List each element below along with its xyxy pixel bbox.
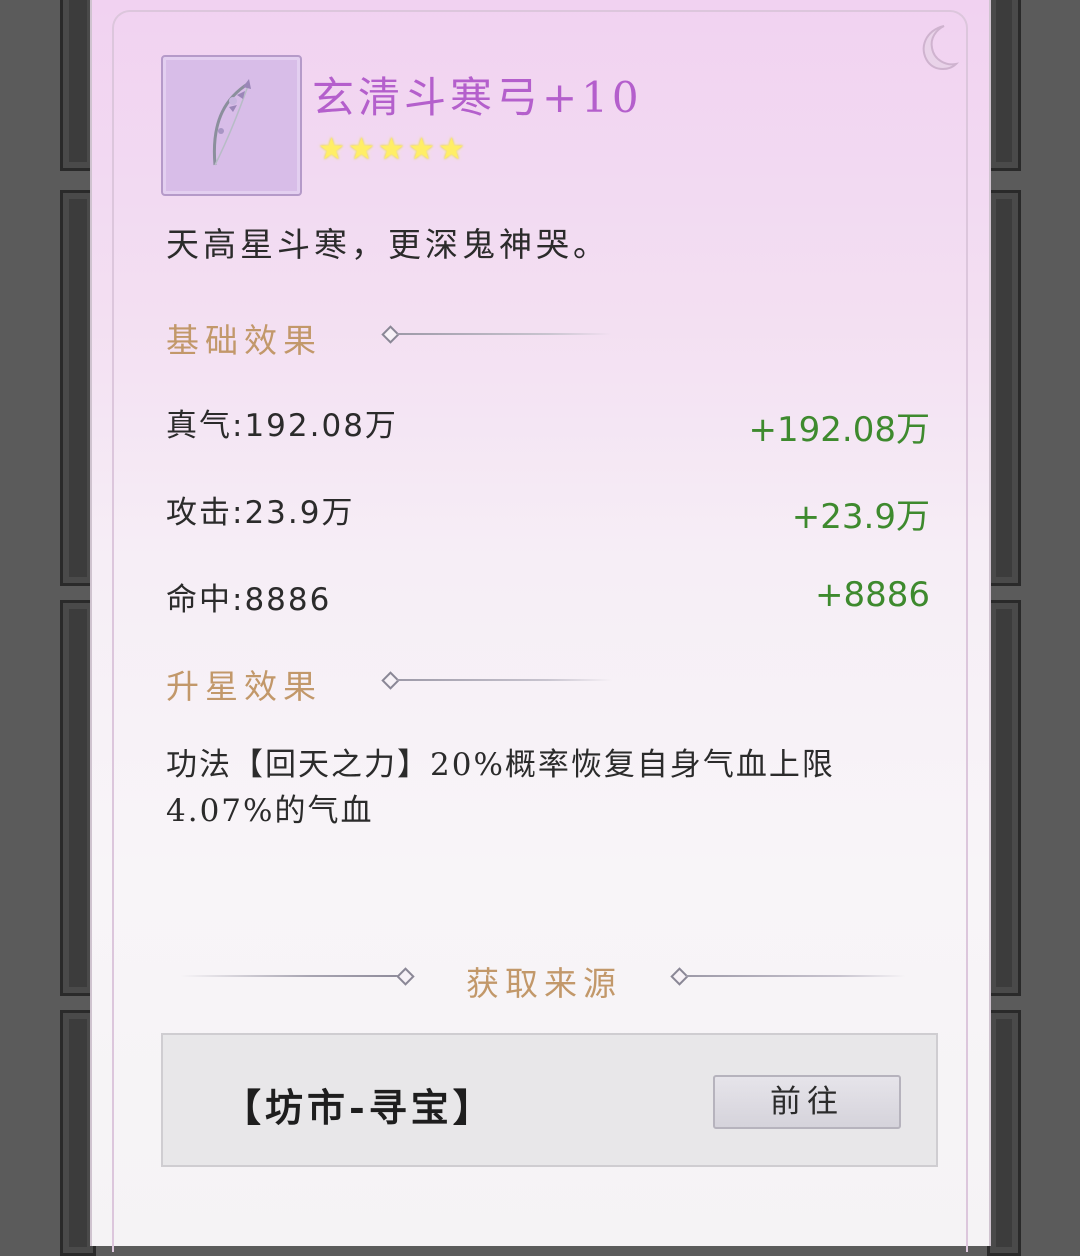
section-title-source: 获取来源: [466, 964, 622, 1003]
star-icon: ★: [378, 132, 405, 167]
divider-line: [180, 975, 398, 977]
item-icon-frame[interactable]: [161, 55, 302, 196]
moon-emblem-icon: [922, 25, 960, 70]
goto-button[interactable]: 前往: [713, 1075, 901, 1129]
star-effect-text: 功法【回天之力】20%概率恢复自身气血上限4.07%的气血: [166, 747, 835, 829]
stat-bonus: +23.9万: [791, 497, 930, 537]
bow-icon: [212, 79, 251, 166]
source-entry: 【坊市-寻宝】 前往: [161, 1033, 938, 1167]
divider-line: [397, 679, 612, 681]
source-name: 【坊市-寻宝】: [223, 1085, 495, 1130]
stat-label: 攻击:23.9万: [166, 495, 355, 531]
flavor-text: 天高星斗寒，更深鬼神哭。: [166, 225, 610, 264]
item-name: 玄清斗寒弓+10: [312, 73, 643, 122]
background-tile: [987, 190, 1021, 586]
divider-line: [397, 333, 612, 335]
background-tile: [987, 1010, 1021, 1256]
stat-bonus: +192.08万: [748, 410, 930, 450]
background-tile: [987, 600, 1021, 996]
section-title-base-effect: 基础效果: [166, 321, 322, 360]
divider-line: [686, 975, 906, 977]
star-icon: ★: [438, 132, 465, 167]
stat-bonus: +8886: [814, 575, 930, 615]
stat-label: 命中:8886: [166, 582, 332, 618]
star-icon: ★: [408, 132, 435, 167]
background-tile: [987, 0, 1021, 171]
stat-label: 真气:192.08万: [166, 408, 398, 444]
star-rating: ★ ★ ★ ★ ★: [318, 132, 466, 167]
star-icon: ★: [348, 132, 375, 167]
section-title-star-effect: 升星效果: [166, 667, 322, 706]
star-icon: ★: [318, 132, 345, 167]
